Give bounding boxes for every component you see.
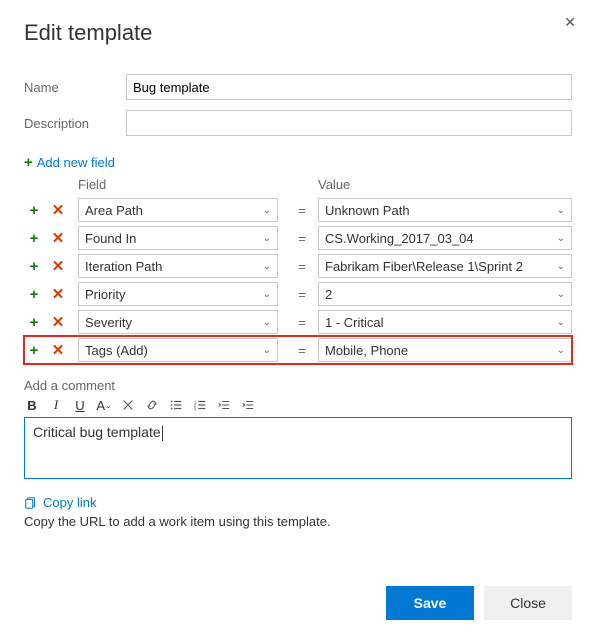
dialog-title: Edit template: [24, 20, 572, 46]
comment-text: Critical bug template: [33, 424, 161, 440]
field-select[interactable]: Priority ⌄: [78, 282, 278, 306]
value-select[interactable]: Fabrikam Fiber\Release 1\Sprint 2 ⌄: [318, 254, 572, 278]
field-select[interactable]: Tags (Add) ⌄: [78, 338, 278, 362]
remove-row-icon[interactable]: ✕: [48, 313, 68, 331]
value-select[interactable]: Unknown Path ⌄: [318, 198, 572, 222]
chevron-down-icon: ⌄: [557, 289, 565, 300]
bold-button[interactable]: B: [24, 398, 40, 413]
add-row-icon[interactable]: +: [24, 230, 44, 247]
field-select-value: Area Path: [85, 203, 143, 218]
value-select-value: Unknown Path: [325, 203, 410, 218]
field-column-header: Field: [76, 177, 288, 192]
value-select-value: 1 - Critical: [325, 315, 384, 330]
chevron-down-icon: ⌄: [263, 205, 271, 216]
copy-icon: [24, 496, 38, 510]
equals-sign: =: [288, 287, 316, 302]
field-row: +✕ Found In ⌄ = CS.Working_2017_03_04 ⌄: [24, 224, 572, 252]
field-select[interactable]: Severity ⌄: [78, 310, 278, 334]
field-select-value: Severity: [85, 315, 132, 330]
field-row: +✕Iteration Path⌄=Fabrikam Fiber\Release…: [24, 252, 572, 280]
chevron-down-icon: ⌄: [263, 345, 271, 356]
value-column-header: Value: [316, 177, 572, 192]
field-row: +✕ Tags (Add) ⌄ = Mobile, Phone ⌄: [24, 336, 572, 364]
add-row-icon[interactable]: +: [24, 342, 44, 359]
underline-button[interactable]: U: [72, 398, 88, 413]
field-row: +✕Priority⌄=2⌄: [24, 280, 572, 308]
comment-input[interactable]: Critical bug template: [24, 417, 572, 479]
copy-link-hint: Copy the URL to add a work item using th…: [24, 514, 572, 529]
field-select-value: Tags (Add): [85, 343, 148, 358]
outdent-button[interactable]: [216, 398, 232, 412]
add-new-field-button[interactable]: + Add new field: [24, 154, 572, 171]
remove-row-icon[interactable]: ✕: [48, 229, 68, 247]
indent-button[interactable]: [240, 398, 256, 412]
value-select[interactable]: 1 - Critical ⌄: [318, 310, 572, 334]
chevron-down-icon: ⌄: [263, 289, 271, 300]
field-select[interactable]: Found In ⌄: [78, 226, 278, 250]
richtext-toolbar: B I U A⌄ 123: [24, 397, 572, 413]
remove-row-icon[interactable]: ✕: [48, 285, 68, 303]
description-label: Description: [24, 116, 126, 131]
value-select[interactable]: Mobile, Phone ⌄: [318, 338, 572, 362]
copy-link-button[interactable]: Copy link: [24, 495, 572, 510]
chevron-down-icon: ⌄: [557, 261, 565, 272]
close-icon[interactable]: ✕: [564, 14, 576, 31]
italic-button[interactable]: I: [48, 397, 64, 413]
chevron-down-icon: ⌄: [263, 317, 271, 328]
clear-format-button[interactable]: [120, 398, 136, 412]
equals-sign: =: [288, 343, 316, 358]
value-select-value: Fabrikam Fiber\Release 1\Sprint 2: [325, 259, 523, 274]
description-input[interactable]: [126, 110, 572, 136]
equals-sign: =: [288, 315, 316, 330]
chevron-down-icon: ⌄: [557, 317, 565, 328]
field-select[interactable]: Area Path ⌄: [78, 198, 278, 222]
add-row-icon[interactable]: +: [24, 202, 44, 219]
link-button[interactable]: [144, 398, 160, 412]
equals-sign: =: [288, 231, 316, 246]
save-button[interactable]: Save: [386, 586, 474, 620]
comment-label: Add a comment: [24, 378, 572, 393]
bulleted-list-button[interactable]: [168, 398, 184, 412]
svg-text:3: 3: [194, 406, 197, 411]
remove-row-icon[interactable]: ✕: [48, 257, 68, 275]
add-new-field-label: Add new field: [37, 155, 115, 170]
chevron-down-icon: ⌄: [263, 233, 271, 244]
value-select[interactable]: CS.Working_2017_03_04 ⌄: [318, 226, 572, 250]
chevron-down-icon: ⌄: [557, 345, 565, 356]
font-color-button[interactable]: A⌄: [96, 398, 112, 413]
remove-row-icon[interactable]: ✕: [48, 341, 68, 359]
field-select[interactable]: Iteration Path ⌄: [78, 254, 278, 278]
equals-sign: =: [288, 259, 316, 274]
add-row-icon[interactable]: +: [24, 258, 44, 275]
value-select-value: 2: [325, 287, 332, 302]
name-input[interactable]: [126, 74, 572, 100]
add-row-icon[interactable]: +: [24, 314, 44, 331]
value-select[interactable]: 2⌄: [318, 282, 572, 306]
field-row: +✕ Area Path ⌄ = Unknown Path ⌄: [24, 196, 572, 224]
field-select-value: Priority: [85, 287, 125, 302]
value-select-value: CS.Working_2017_03_04: [325, 231, 474, 246]
chevron-down-icon: ⌄: [263, 261, 271, 272]
add-row-icon[interactable]: +: [24, 286, 44, 303]
copy-link-label: Copy link: [43, 495, 96, 510]
value-select-value: Mobile, Phone: [325, 343, 408, 358]
chevron-down-icon: ⌄: [557, 233, 565, 244]
close-button[interactable]: Close: [484, 586, 572, 620]
field-select-value: Iteration Path: [85, 259, 162, 274]
field-select-value: Found In: [85, 231, 136, 246]
numbered-list-button[interactable]: 123: [192, 398, 208, 412]
equals-sign: =: [288, 203, 316, 218]
chevron-down-icon: ⌄: [557, 205, 565, 216]
plus-icon: +: [24, 154, 33, 171]
field-row: +✕ Severity ⌄ = 1 - Critical ⌄: [24, 308, 572, 336]
remove-row-icon[interactable]: ✕: [48, 201, 68, 219]
name-label: Name: [24, 80, 126, 95]
